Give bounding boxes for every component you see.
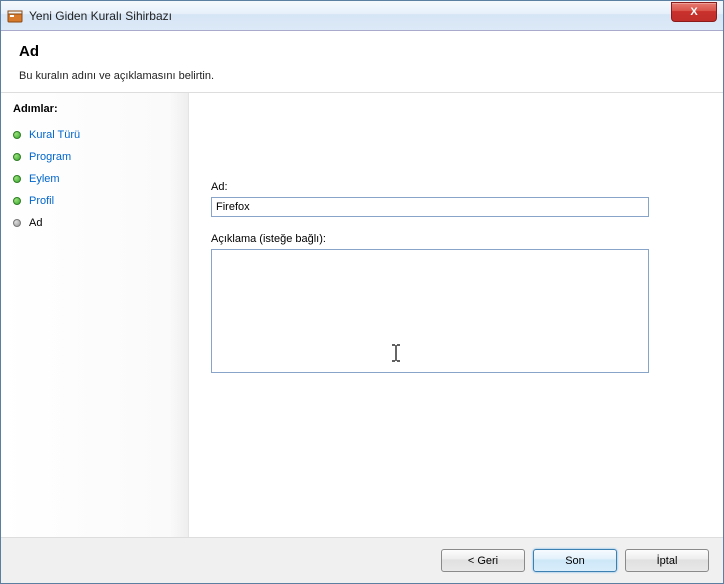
step-ad[interactable]: Ad bbox=[13, 213, 176, 233]
finish-button[interactable]: Son bbox=[533, 549, 617, 572]
wizard-header: Ad Bu kuralın adını ve açıklamasını beli… bbox=[1, 31, 723, 93]
cancel-button[interactable]: İptal bbox=[625, 549, 709, 572]
close-icon: X bbox=[690, 6, 697, 18]
description-label: Açıklama (isteğe bağlı): bbox=[211, 233, 701, 245]
wizard-footer: < Geri Son İptal bbox=[1, 537, 723, 583]
step-link: Profil bbox=[29, 195, 54, 207]
name-field-group: Ad: bbox=[211, 181, 701, 217]
step-kural-turu[interactable]: Kural Türü bbox=[13, 125, 176, 145]
app-icon bbox=[7, 8, 23, 24]
bullet-icon bbox=[13, 153, 21, 161]
page-subtitle: Bu kuralın adını ve açıklamasını belirti… bbox=[19, 70, 705, 82]
bullet-icon bbox=[13, 175, 21, 183]
page-title: Ad bbox=[19, 43, 705, 60]
bullet-icon bbox=[13, 131, 21, 139]
wizard-body: Adımlar: Kural Türü Program Eylem Profil… bbox=[1, 93, 723, 537]
description-textarea[interactable] bbox=[211, 249, 649, 373]
step-link: Program bbox=[29, 151, 71, 163]
titlebar: Yeni Giden Kuralı Sihirbazı X bbox=[1, 1, 723, 31]
step-eylem[interactable]: Eylem bbox=[13, 169, 176, 189]
name-label: Ad: bbox=[211, 181, 701, 193]
description-field-group: Açıklama (isteğe bağlı): bbox=[211, 233, 701, 376]
step-link: Eylem bbox=[29, 173, 60, 185]
steps-heading: Adımlar: bbox=[13, 103, 176, 115]
step-profil[interactable]: Profil bbox=[13, 191, 176, 211]
step-program[interactable]: Program bbox=[13, 147, 176, 167]
name-input[interactable] bbox=[211, 197, 649, 217]
close-button[interactable]: X bbox=[671, 2, 717, 22]
wizard-window: Yeni Giden Kuralı Sihirbazı X Ad Bu kura… bbox=[0, 0, 724, 584]
step-link: Kural Türü bbox=[29, 129, 80, 141]
bullet-icon bbox=[13, 197, 21, 205]
step-link: Ad bbox=[29, 217, 42, 229]
steps-sidebar: Adımlar: Kural Türü Program Eylem Profil… bbox=[1, 93, 189, 537]
window-title: Yeni Giden Kuralı Sihirbazı bbox=[29, 9, 671, 23]
wizard-content: Ad: Açıklama (isteğe bağlı): bbox=[189, 93, 723, 537]
back-button[interactable]: < Geri bbox=[441, 549, 525, 572]
bullet-icon bbox=[13, 219, 21, 227]
